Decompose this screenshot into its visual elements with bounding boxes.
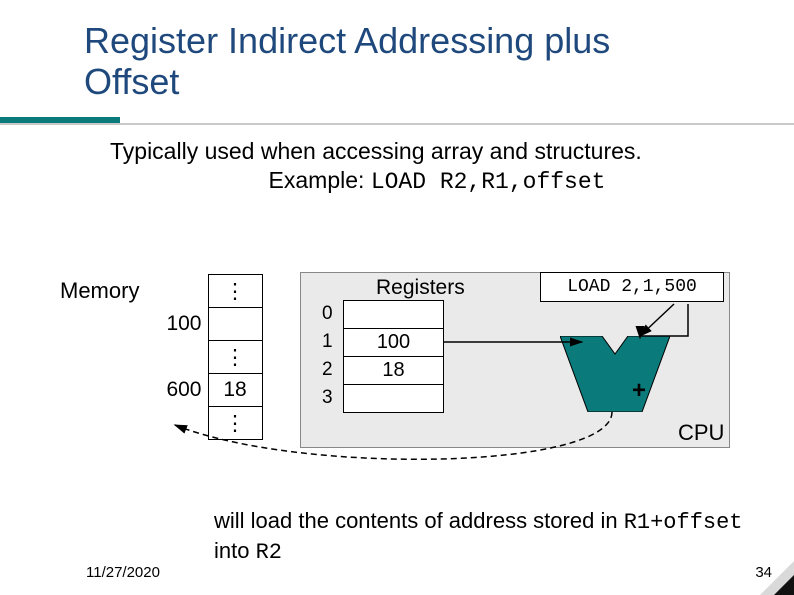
- memory-addr-4: [154, 407, 208, 440]
- registers-label: Registers: [376, 276, 465, 300]
- reg-val-0: [344, 301, 444, 329]
- reg-idx-2: 2: [322, 356, 333, 384]
- plus-symbol: +: [632, 377, 646, 405]
- instruction-box: LOAD 2,1,500: [540, 272, 724, 302]
- divider: [0, 123, 794, 125]
- example-code: LOAD R2,R1,offset: [371, 169, 606, 195]
- slide-title: Register Indirect Addressing plus Offset: [0, 0, 794, 113]
- explanation-text: will load the contents of address stored…: [214, 507, 774, 566]
- registers-table: 100 18: [343, 300, 444, 413]
- reg-val-3: [344, 385, 444, 413]
- cpu-label: CPU: [678, 420, 724, 446]
- explain-pre: will load the contents of address stored…: [214, 508, 624, 533]
- memory-cell-0: ⋮: [208, 275, 262, 308]
- memory-addr-2: [154, 341, 208, 374]
- reg-idx-3: 3: [322, 384, 333, 412]
- body-line-1: Typically used when accessing array and …: [110, 137, 764, 166]
- memory-table: ⋮ 100 ⋮ 60018 ⋮: [154, 274, 263, 440]
- memory-cell-4: ⋮: [208, 407, 262, 440]
- reg-idx-0: 0: [322, 300, 333, 328]
- register-indices: 0 1 2 3: [322, 300, 333, 412]
- adder-shape: [560, 336, 670, 412]
- memory-addr-0: [154, 275, 208, 308]
- explain-code-2: R2: [256, 540, 282, 565]
- diagram-area: Memory ⋮ 100 ⋮ 60018 ⋮ Registers 0 1 2 3…: [60, 262, 740, 482]
- memory-cell-2: ⋮: [208, 341, 262, 374]
- title-rule: [0, 113, 794, 127]
- title-line-1: Register Indirect Addressing plus: [84, 20, 610, 61]
- memory-addr-1: 100: [154, 308, 208, 341]
- footer-date: 11/27/2020: [86, 564, 160, 581]
- explain-mid: into: [214, 538, 256, 563]
- reg-val-1: 100: [344, 329, 444, 357]
- instruction-text: LOAD 2,1,500: [567, 277, 697, 297]
- memory-cell-3: 18: [208, 374, 262, 407]
- example-label: Example:: [269, 167, 371, 193]
- memory-addr-3: 600: [154, 374, 208, 407]
- body-line-2: Example: LOAD R2,R1,offset: [110, 166, 764, 197]
- explain-code-1: R1+offset: [624, 510, 743, 535]
- title-line-2: Offset: [84, 61, 179, 102]
- memory-label: Memory: [60, 278, 139, 304]
- page-curl-icon: [760, 561, 794, 595]
- body-text: Typically used when accessing array and …: [0, 127, 794, 197]
- reg-val-2: 18: [344, 357, 444, 385]
- memory-cell-1: [208, 308, 262, 341]
- reg-idx-1: 1: [322, 328, 333, 356]
